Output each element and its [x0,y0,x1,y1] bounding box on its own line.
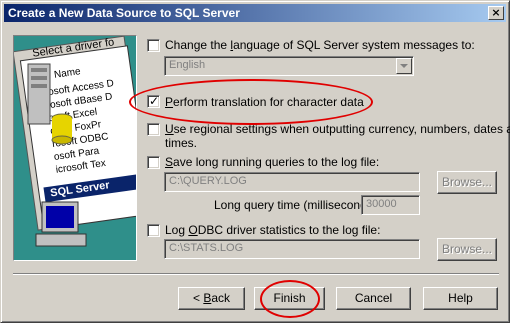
server-icon [27,63,73,145]
save-queries-label: Save long running queries to the log fil… [165,155,380,169]
back-arrow-icon: < [192,291,200,305]
dialog-window: Create a New Data Source to SQL Server ×… [0,0,510,323]
language-label: Change the language of SQL Server system… [165,38,475,52]
browse-stats-log-button[interactable]: Browse... [437,238,497,261]
chevron-down-icon [400,64,408,68]
dropdown-button[interactable] [396,58,412,74]
odbc-stats-checkbox[interactable] [147,224,160,237]
translation-label: Perform translation for character data [165,95,364,109]
query-log-file-value: C:\QUERY.LOG [169,175,247,187]
long-query-time-field[interactable]: 30000 [361,195,420,215]
translation-checkbox[interactable]: ✓ [147,94,160,108]
long-query-time-label: Long query time (milliseconds): [214,198,381,212]
query-log-file-field[interactable]: C:\QUERY.LOG [164,172,420,192]
regional-settings-checkbox[interactable] [147,123,160,136]
regional-settings-label-line2: times. [165,136,198,150]
browse-query-log-button[interactable]: Browse... [437,171,497,194]
finish-button[interactable]: Finish [254,287,325,310]
computer-icon [35,201,87,247]
button-separator [13,273,499,275]
odbc-stats-label: Log ODBC driver statistics to the log fi… [165,223,381,237]
window-title: Create a New Data Source to SQL Server [8,6,240,20]
close-icon: × [491,6,501,19]
help-button[interactable]: Help [423,287,498,310]
language-value: English [169,59,206,71]
stats-log-file-value: C:\STATS.LOG [169,242,244,254]
save-queries-checkbox[interactable] [147,156,160,169]
close-button[interactable]: × [488,6,504,20]
language-dropdown[interactable]: English [164,56,414,76]
cancel-button[interactable]: Cancel [336,287,411,310]
translation-check-mark: ✓ [149,94,160,108]
back-button[interactable]: < Back [178,287,245,310]
long-query-time-value: 30000 [366,198,397,210]
language-checkbox[interactable] [147,39,160,52]
title-bar[interactable]: Create a New Data Source to SQL Server × [4,4,506,22]
regional-settings-label: Use regional settings when outputting cu… [165,122,510,136]
wizard-illustration: Select a driver fo Name rosoft Access Dr… [13,35,137,261]
stats-log-file-field[interactable]: C:\STATS.LOG [164,239,420,259]
